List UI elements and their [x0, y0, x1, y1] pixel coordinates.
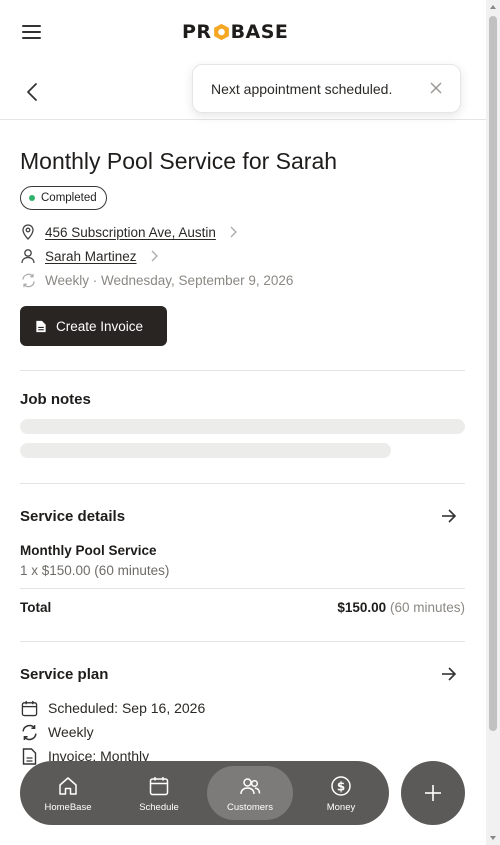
plan-frequency-text: Weekly	[48, 724, 94, 740]
chevron-right-icon	[151, 250, 158, 262]
status-badge: Completed	[20, 186, 107, 210]
scrollbar-thumb[interactable]	[489, 16, 497, 731]
scroll-down-arrow-icon[interactable]	[489, 834, 497, 842]
address-link[interactable]: 456 Subscription Ave, Austin	[45, 225, 216, 240]
job-notes-heading: Job notes	[20, 391, 91, 408]
document-icon	[36, 320, 46, 332]
divider	[20, 641, 465, 642]
nav-customers[interactable]: Customers	[207, 766, 293, 820]
service-details-heading: Service details	[20, 508, 126, 525]
add-button[interactable]	[401, 761, 465, 825]
top-bar: PR BASE	[0, 0, 486, 62]
probase-logo[interactable]: PR BASE	[182, 21, 288, 43]
scroll-up-arrow-icon[interactable]	[489, 3, 497, 11]
divider	[20, 483, 465, 484]
arrow-right-icon[interactable]	[441, 667, 457, 681]
nav-schedule[interactable]: Schedule	[116, 766, 202, 820]
document-icon	[20, 747, 38, 765]
dollar-icon: $	[331, 776, 351, 796]
nav-customers-label: Customers	[227, 802, 273, 813]
service-plan-heading: Service plan	[20, 666, 109, 683]
notes-loading-placeholder	[20, 419, 465, 434]
plan-scheduled-row: Scheduled: Sep 16, 2026	[20, 698, 205, 718]
divider	[20, 370, 465, 371]
person-icon	[20, 248, 36, 264]
create-invoice-label: Create Invoice	[56, 318, 144, 334]
arrow-right-icon[interactable]	[441, 509, 457, 523]
calendar-icon	[20, 699, 38, 717]
total-amount: $150.00	[337, 600, 387, 615]
customer-row[interactable]: Sarah Martinez	[20, 246, 159, 266]
nav-homebase[interactable]: HomeBase	[25, 766, 111, 820]
total-label: Total	[20, 600, 52, 615]
recurrence-text: Weekly · Wednesday, September 9, 2026	[45, 272, 294, 288]
users-icon	[240, 778, 261, 795]
status-dot	[29, 195, 35, 201]
repeat-icon	[20, 272, 36, 288]
nav-money[interactable]: $ Money	[298, 766, 384, 820]
service-item-name: Monthly Pool Service	[20, 543, 157, 558]
nav-money-label: Money	[326, 802, 356, 813]
calendar-icon	[149, 777, 169, 796]
location-pin-icon	[20, 224, 36, 240]
svg-text:$: $	[337, 780, 345, 794]
nav-schedule-label: Schedule	[139, 802, 179, 813]
toast-message: Next appointment scheduled.	[211, 81, 393, 97]
plan-scheduled-text: Scheduled: Sep 16, 2026	[48, 700, 206, 716]
close-icon[interactable]	[430, 82, 442, 94]
scrollbar[interactable]	[486, 0, 500, 845]
chevron-right-icon	[230, 226, 237, 238]
toast-notification: Next appointment scheduled.	[192, 64, 461, 113]
plan-frequency-row: Weekly	[20, 722, 94, 742]
total-duration: (60 minutes)	[389, 600, 465, 615]
address-row[interactable]: 456 Subscription Ave, Austin	[20, 222, 238, 242]
status-label: Completed	[41, 192, 97, 204]
total-value: $150.00 (60 minutes)	[337, 600, 465, 615]
menu-icon[interactable]	[22, 24, 42, 40]
create-invoice-button[interactable]: Create Invoice	[20, 306, 167, 346]
notes-loading-placeholder	[20, 443, 391, 458]
logo-hexagon-icon	[213, 23, 229, 41]
plus-icon	[425, 785, 441, 801]
recurrence-row: Weekly · Wednesday, September 9, 2026	[20, 270, 293, 290]
customer-link[interactable]: Sarah Martinez	[45, 249, 137, 264]
back-chevron-icon[interactable]	[24, 82, 40, 102]
logo-text-end: BASE	[230, 21, 289, 43]
bottom-navigation: HomeBase Schedule Customers $ Money	[20, 761, 389, 825]
repeat-icon	[20, 723, 38, 741]
nav-homebase-label: HomeBase	[44, 802, 92, 813]
page-title: Monthly Pool Service for Sarah	[20, 148, 338, 174]
logo-text-start: PR	[182, 21, 212, 43]
divider	[20, 588, 465, 589]
home-icon	[59, 777, 77, 795]
service-item-meta: 1 x $150.00 (60 minutes)	[20, 563, 170, 578]
